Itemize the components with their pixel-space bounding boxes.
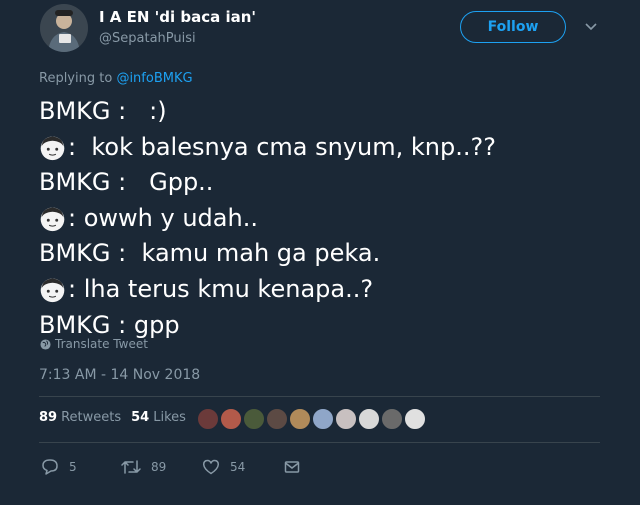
tweet-card: I A EN 'di baca ian' @SepatahPuisi Follo… (0, 0, 640, 505)
retweets-stat[interactable]: 89 Retweets (39, 410, 121, 425)
retweets-count: 89 (39, 410, 58, 425)
user-handle[interactable]: @SepatahPuisi (99, 31, 196, 46)
tweet-line-text: : kok balesnya cma snyum, knp..?? (68, 132, 496, 161)
tweet-line-text: BMKG : kamu mah ga peka. (39, 239, 381, 268)
likes-label: Likes (153, 410, 186, 425)
tweet-line: BMKG : Gpp.. (39, 165, 619, 201)
tweet-line: : lha terus kmu kenapa..? (39, 272, 619, 308)
mention-link[interactable]: @infoBMKG (116, 71, 192, 86)
liker-avatar[interactable] (358, 408, 380, 430)
boy-face-emoji-icon (40, 207, 65, 232)
tweet-line: : owwh y udah.. (39, 201, 619, 237)
tweet-text: BMKG : :) : kok balesnya cma snyum, knp.… (39, 94, 619, 343)
likes-count: 54 (131, 410, 150, 425)
globe-icon (40, 338, 51, 350)
boy-face-emoji-icon (40, 278, 65, 303)
retweet-button[interactable]: 89 (121, 458, 166, 476)
divider (39, 396, 600, 397)
envelope-icon (284, 461, 300, 473)
display-name[interactable]: I A EN 'di baca ian' (99, 8, 256, 26)
chevron-down-icon[interactable] (582, 18, 600, 36)
tweet-line: : kok balesnya cma snyum, knp..?? (39, 130, 619, 166)
tweet-line: BMKG : kamu mah ga peka. (39, 236, 619, 272)
liker-avatar[interactable] (266, 408, 288, 430)
tweet-line: BMKG : :) (39, 94, 619, 130)
translate-label: Translate Tweet (55, 337, 148, 351)
tweet-line-text: : owwh y udah.. (68, 203, 258, 232)
retweet-count: 89 (151, 460, 167, 474)
tweet-line-text: BMKG : Gpp.. (39, 168, 214, 197)
tweet-line-text: : lha terus kmu kenapa..? (68, 274, 374, 303)
boy-face-emoji-icon (40, 136, 65, 161)
liker-avatar[interactable] (312, 408, 334, 430)
liker-avatar[interactable] (197, 408, 219, 430)
follow-button[interactable]: Follow (460, 11, 566, 43)
heart-icon (202, 459, 220, 475)
liker-avatar[interactable] (381, 408, 403, 430)
reply-count: 5 (69, 460, 77, 474)
avatar[interactable] (40, 4, 88, 52)
direct-message-button[interactable] (283, 458, 311, 476)
retweets-label: Retweets (61, 410, 122, 425)
reply-icon (42, 459, 58, 475)
reply-button[interactable]: 5 (41, 458, 77, 476)
liker-avatars (197, 408, 427, 430)
liker-avatar[interactable] (335, 408, 357, 430)
tweet-line-text: BMKG : :) (39, 97, 167, 125)
engagement-stats: 89 Retweets 54 Likes (39, 410, 196, 425)
like-count: 54 (230, 460, 246, 474)
retweet-icon (121, 460, 141, 474)
replying-to-label: Replying to (39, 71, 117, 86)
likes-stat[interactable]: 54 Likes (131, 410, 186, 425)
divider (39, 442, 600, 443)
replying-to: Replying to @infoBMKG (39, 71, 193, 86)
liker-avatar[interactable] (289, 408, 311, 430)
liker-avatar[interactable] (243, 408, 265, 430)
translate-tweet-link[interactable]: Translate Tweet (40, 337, 148, 351)
liker-avatar[interactable] (220, 408, 242, 430)
like-button[interactable]: 54 (202, 458, 245, 476)
tweet-timestamp[interactable]: 7:13 AM - 14 Nov 2018 (39, 367, 200, 383)
liker-avatar[interactable] (404, 408, 426, 430)
